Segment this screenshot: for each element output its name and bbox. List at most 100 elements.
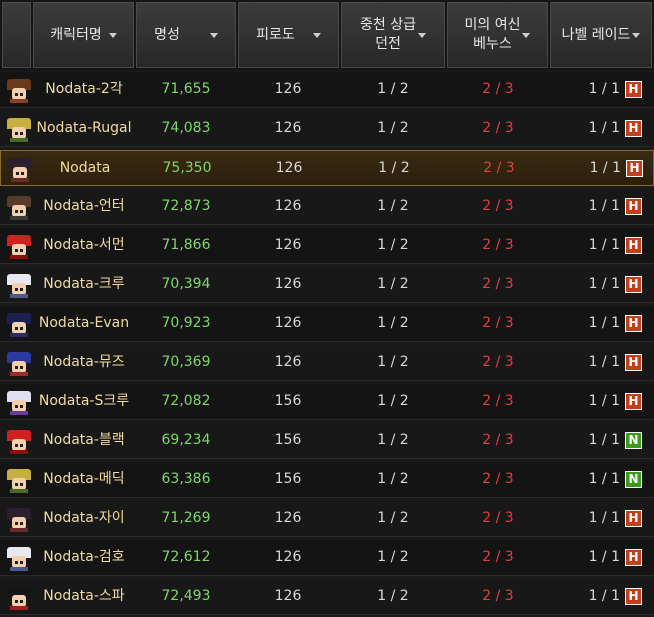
fatigue-value: 126 <box>274 276 302 292</box>
character-name: Nodata-뮤즈 <box>43 354 125 370</box>
sort-arrow-icon <box>312 32 321 38</box>
sort-arrow-icon <box>522 32 531 38</box>
fame-value: 74,083 <box>161 120 211 136</box>
header-raid-sort[interactable]: 나벨 레이드 <box>550 2 652 68</box>
fatigue-value: 126 <box>274 510 302 526</box>
character-name: Nodata-블랙 <box>43 432 125 448</box>
fatigue-value: 156 <box>274 393 302 409</box>
fame-value: 71,866 <box>161 237 211 253</box>
dark-hair-avatar-icon <box>7 508 31 532</box>
dark-hair-avatar-icon <box>8 158 32 182</box>
character-name: Nodata-Evan <box>38 315 130 331</box>
header-name-label: 캐릭터명 <box>50 26 102 43</box>
raid-difficulty-badge: N <box>625 471 642 488</box>
fatigue-value: 126 <box>274 120 302 136</box>
character-name: Nodata-Rugal <box>36 120 132 136</box>
raid-count: 1 / 1 <box>588 549 620 565</box>
header-dungeon2-label: 미의 여신 베누스 <box>464 17 521 52</box>
dungeon2-count: 2 / 3 <box>482 588 514 604</box>
raid-difficulty-badge: H <box>625 276 642 293</box>
dungeon2-count: 2 / 3 <box>482 198 514 214</box>
fame-value: 71,655 <box>161 81 211 97</box>
blonde-hair-avatar-icon <box>7 469 31 493</box>
red-hair-avatar-icon <box>7 430 31 454</box>
header-fame-label: 명성 <box>154 26 180 43</box>
dungeon1-count: 1 / 2 <box>377 276 409 292</box>
raid-difficulty-badge: H <box>625 120 642 137</box>
fame-value: 69,234 <box>161 432 211 448</box>
character-name: Nodata-스파 <box>43 588 125 604</box>
table-row[interactable]: Nodata-메딕 63,386 156 1 / 2 2 / 3 1 / 1 N <box>0 462 654 498</box>
raid-count: 1 / 1 <box>588 237 620 253</box>
raid-difficulty-badge: H <box>625 237 642 254</box>
table-row[interactable]: Nodata-2각 71,655 126 1 / 2 2 / 3 1 / 1 H <box>0 72 654 108</box>
red-hair-avatar-icon <box>7 235 31 259</box>
table-row[interactable]: Nodata-S크루 72,082 156 1 / 2 2 / 3 1 / 1 … <box>0 384 654 420</box>
dungeon1-count: 1 / 2 <box>377 120 409 136</box>
sort-arrow-icon <box>108 32 117 38</box>
table-row[interactable]: Nodata-언터 72,873 126 1 / 2 2 / 3 1 / 1 H <box>0 189 654 225</box>
character-name: Nodata-S크루 <box>38 393 130 409</box>
dungeon1-count: 1 / 2 <box>377 354 409 370</box>
character-name: Nodata-자이 <box>43 510 125 526</box>
dungeon2-count: 2 / 3 <box>482 81 514 97</box>
raid-difficulty-badge: N <box>625 432 642 449</box>
raid-count: 1 / 1 <box>588 393 620 409</box>
table-row[interactable]: Nodata-블랙 69,234 156 1 / 2 2 / 3 1 / 1 N <box>0 423 654 459</box>
dungeon2-count: 2 / 3 <box>482 276 514 292</box>
table-row[interactable]: Nodata-Rugal 74,083 126 1 / 2 2 / 3 1 / … <box>0 111 654 147</box>
table-row[interactable]: Nodata-뮤즈 70,369 126 1 / 2 2 / 3 1 / 1 H <box>0 345 654 381</box>
fatigue-value: 126 <box>275 160 303 176</box>
table-row[interactable]: Nodata-크루 70,394 126 1 / 2 2 / 3 1 / 1 H <box>0 267 654 303</box>
character-name: Nodata-메딕 <box>43 471 125 487</box>
dungeon1-count: 1 / 2 <box>377 81 409 97</box>
table-row-selected[interactable]: Nodata 75,350 126 1 / 2 2 / 3 1 / 1 H <box>0 150 654 186</box>
dungeon2-count: 2 / 3 <box>482 510 514 526</box>
table-row[interactable]: Nodata-Evan 70,923 126 1 / 2 2 / 3 1 / 1… <box>0 306 654 342</box>
header-dungeon1-sort[interactable]: 중천 상급 던전 <box>341 2 445 68</box>
header-name-sort[interactable]: 캐릭터명 <box>33 2 134 68</box>
fatigue-value: 156 <box>274 432 302 448</box>
dungeon1-count: 1 / 2 <box>377 510 409 526</box>
fatigue-value: 126 <box>274 588 302 604</box>
fame-value: 70,369 <box>161 354 211 370</box>
dungeon2-count: 2 / 3 <box>482 354 514 370</box>
dungeon2-count: 2 / 3 <box>482 120 514 136</box>
header-fame-sort[interactable]: 명성 <box>136 2 236 68</box>
dungeon1-count: 1 / 2 <box>377 471 409 487</box>
dungeon2-count: 2 / 3 <box>482 237 514 253</box>
raid-difficulty-badge: H <box>625 393 642 410</box>
raid-difficulty-badge: H <box>625 354 642 371</box>
raid-difficulty-badge: H <box>625 198 642 215</box>
fame-value: 72,873 <box>161 198 211 214</box>
fatigue-value: 126 <box>274 81 302 97</box>
white-hair-avatar-icon <box>7 274 31 298</box>
raid-count: 1 / 1 <box>588 120 620 136</box>
table-row[interactable]: Nodata-서먼 71,866 126 1 / 2 2 / 3 1 / 1 H <box>0 228 654 264</box>
dungeon2-count: 2 / 3 <box>482 315 514 331</box>
dungeon1-count: 1 / 2 <box>378 160 410 176</box>
fame-value: 70,923 <box>161 315 211 331</box>
white-hair-avatar-icon <box>7 547 31 571</box>
character-name: Nodata-검호 <box>43 549 125 565</box>
character-name: Nodata-언터 <box>43 198 125 214</box>
fatigue-value: 126 <box>274 198 302 214</box>
header-dungeon2-sort[interactable]: 미의 여신 베누스 <box>447 2 548 68</box>
dungeon1-count: 1 / 2 <box>377 549 409 565</box>
fame-value: 63,386 <box>161 471 211 487</box>
header-dungeon1-label: 중천 상급 던전 <box>360 17 416 52</box>
character-name: Nodata-서먼 <box>43 237 125 253</box>
table-row[interactable]: Nodata-스파 72,493 126 1 / 2 2 / 3 1 / 1 H <box>0 579 654 615</box>
dungeon1-count: 1 / 2 <box>377 588 409 604</box>
fame-value: 75,350 <box>162 160 212 176</box>
dungeon1-count: 1 / 2 <box>377 315 409 331</box>
header-fatigue-sort[interactable]: 피로도 <box>238 2 339 68</box>
header-fatigue-label: 피로도 <box>256 26 295 43</box>
dungeon2-count: 2 / 3 <box>482 471 514 487</box>
table-row[interactable]: Nodata-자이 71,269 126 1 / 2 2 / 3 1 / 1 H <box>0 501 654 537</box>
table-row[interactable]: Nodata-검호 72,612 126 1 / 2 2 / 3 1 / 1 H <box>0 540 654 576</box>
sort-arrow-icon <box>417 32 426 38</box>
raid-difficulty-badge: H <box>626 160 643 177</box>
raid-count: 1 / 1 <box>589 160 621 176</box>
raid-difficulty-badge: H <box>625 315 642 332</box>
